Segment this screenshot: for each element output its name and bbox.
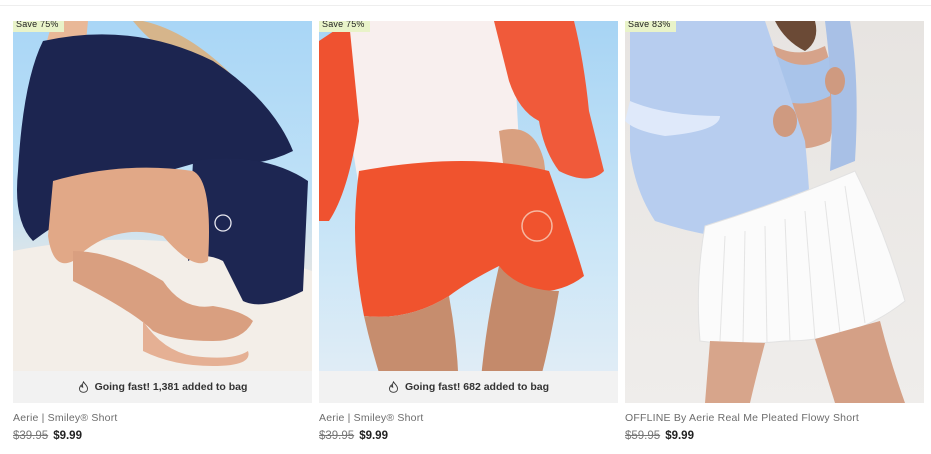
navy-shorts-photo (13, 21, 312, 403)
price-row: $39.95 $9.99 (319, 430, 618, 442)
top-divider (0, 5, 931, 6)
fire-icon (388, 381, 398, 393)
fire-icon (78, 381, 88, 393)
going-fast-text: Going fast! 1,381 added to bag (94, 381, 248, 393)
going-fast-strip: Going fast! 1,381 added to bag (13, 371, 312, 403)
going-fast-text: Going fast! 682 added to bag (404, 381, 550, 393)
product-card[interactable]: Save 75% Going fast! 682 added to bag Ae… (319, 21, 618, 442)
orange-shorts-photo (319, 21, 604, 403)
product-card[interactable]: Save 75% Going fast! 1,381 added to bag … (13, 21, 312, 442)
sale-price: $9.99 (53, 430, 82, 442)
sale-price: $9.99 (665, 430, 694, 442)
product-image[interactable]: Save 75% Going fast! 1,381 added to bag (13, 21, 312, 403)
product-name[interactable]: Aerie | Smiley® Short (13, 412, 312, 424)
discount-badge: Save 75% (319, 21, 370, 32)
product-name[interactable]: Aerie | Smiley® Short (319, 412, 618, 424)
product-image[interactable]: Save 75% Going fast! 682 added to bag (319, 21, 618, 403)
white-pleated-skirt-photo (625, 21, 906, 403)
product-grid: Save 75% Going fast! 1,381 added to bag … (13, 21, 924, 442)
price-row: $59.95 $9.99 (625, 430, 924, 442)
original-price: $39.95 (13, 430, 49, 442)
going-fast-strip: Going fast! 682 added to bag (319, 371, 618, 403)
product-name[interactable]: OFFLINE By Aerie Real Me Pleated Flowy S… (625, 412, 924, 424)
price-row: $39.95 $9.99 (13, 430, 312, 442)
product-card[interactable]: Save 83% OFFLINE By Aerie Real Me Pleate… (625, 21, 924, 442)
original-price: $39.95 (319, 430, 355, 442)
sale-price: $9.99 (359, 430, 388, 442)
discount-badge: Save 75% (13, 21, 64, 32)
product-image[interactable]: Save 83% (625, 21, 924, 403)
original-price: $59.95 (625, 430, 661, 442)
discount-badge: Save 83% (625, 21, 676, 32)
